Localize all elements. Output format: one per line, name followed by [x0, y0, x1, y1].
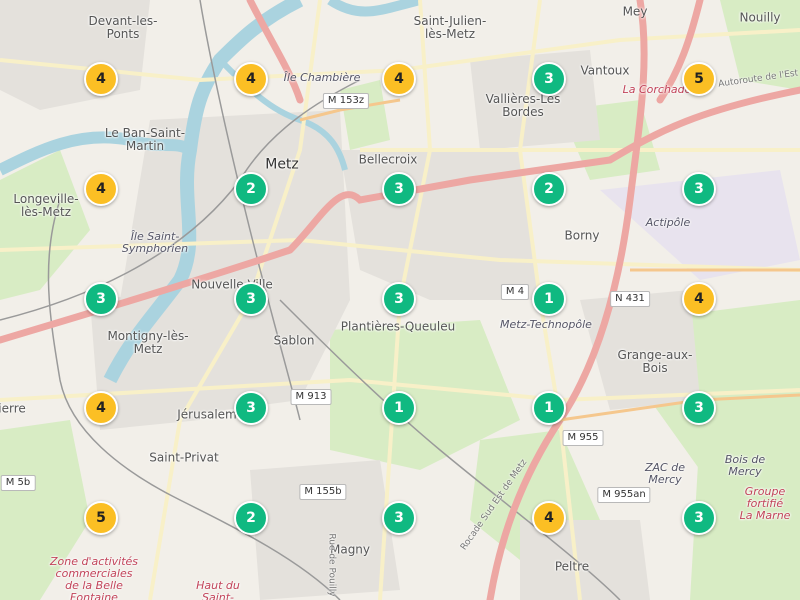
cluster-marker[interactable]: 3 [382, 501, 416, 535]
place-label: Île Saint- Symphorien [121, 229, 189, 255]
cluster-marker[interactable]: 4 [84, 391, 118, 425]
place-label: Grange-aux- Bois [617, 347, 693, 375]
cluster-marker[interactable]: 1 [382, 391, 416, 425]
cluster-marker[interactable]: 3 [682, 391, 716, 425]
cluster-marker[interactable]: 3 [382, 282, 416, 316]
place-label: Longeville-lès-Metz [13, 191, 79, 219]
place-label: Saint-Julien-lès-Metz [413, 13, 487, 41]
cluster-count: 3 [246, 400, 256, 416]
place-label: Vallières-Les Bordes [485, 91, 561, 119]
place-label: Metz [265, 156, 299, 173]
place-label: Île Chambière [283, 70, 361, 84]
place-label: Sablon [273, 333, 315, 348]
place-label: Groupe fortifié La Marne [739, 484, 791, 523]
place-label: Devant-les- Ponts [88, 13, 158, 41]
cluster-marker[interactable]: 2 [234, 501, 268, 535]
place-label: Saint-Privat [149, 450, 219, 465]
place-label: Zone d'activités commerciales de la Belle F… [49, 554, 139, 600]
cluster-count: 3 [394, 181, 404, 197]
cluster-marker[interactable]: 3 [234, 391, 268, 425]
place-label: Haut du Saint- [196, 578, 240, 600]
place-label: ierre [0, 401, 26, 416]
place-label: La Corchade [622, 82, 692, 96]
cluster-marker[interactable]: 4 [682, 282, 716, 316]
cluster-count: 3 [394, 510, 404, 526]
cluster-count: 2 [246, 181, 256, 197]
cluster-count: 2 [246, 510, 256, 526]
cluster-count: 5 [694, 71, 704, 87]
cluster-count: 4 [694, 291, 704, 307]
cluster-marker[interactable]: 3 [234, 282, 268, 316]
road-shield: M 4 [500, 284, 530, 300]
place-label: Montigny-lès- Metz [107, 328, 189, 356]
cluster-count: 4 [246, 71, 256, 87]
cluster-count: 4 [96, 181, 106, 197]
cluster-count: 3 [544, 71, 554, 87]
place-label: Jérusalem [177, 407, 237, 422]
cluster-marker[interactable]: 4 [382, 62, 416, 96]
place-label: Vantoux [580, 63, 630, 78]
cluster-count: 2 [544, 181, 554, 197]
cluster-count: 3 [96, 291, 106, 307]
cluster-marker[interactable]: 3 [682, 172, 716, 206]
cluster-marker[interactable]: 1 [532, 391, 566, 425]
place-label: Mey [622, 4, 648, 19]
cluster-marker[interactable]: 3 [682, 501, 716, 535]
cluster-count: 3 [394, 291, 404, 307]
map-canvas[interactable]: Devant-les- Ponts Saint-Julien-lès-Metz M… [0, 0, 800, 600]
place-label: Nouilly [739, 10, 781, 25]
road-shield: M 5b [0, 475, 36, 491]
cluster-count: 1 [544, 291, 554, 307]
place-label: Plantières-Queuleu [340, 319, 456, 334]
cluster-marker[interactable]: 2 [234, 172, 268, 206]
road-shield: N 431 [610, 291, 650, 307]
cluster-marker[interactable]: 4 [84, 172, 118, 206]
cluster-marker[interactable]: 3 [532, 62, 566, 96]
cluster-count: 5 [96, 510, 106, 526]
cluster-count: 1 [394, 400, 404, 416]
road-shield: M 913 [290, 389, 332, 405]
cluster-count: 3 [694, 181, 704, 197]
cluster-count: 3 [694, 510, 704, 526]
place-label: Metz-Technopôle [500, 317, 592, 331]
road-shield: M 155b [299, 484, 347, 500]
cluster-count: 4 [394, 71, 404, 87]
cluster-count: 4 [96, 71, 106, 87]
cluster-marker[interactable]: 3 [84, 282, 118, 316]
cluster-marker[interactable]: 3 [382, 172, 416, 206]
place-label: Borny [564, 228, 600, 243]
cluster-count: 1 [544, 400, 554, 416]
cluster-count: 4 [544, 510, 554, 526]
cluster-count: 3 [246, 291, 256, 307]
road-name: Rue de Pouilly [326, 533, 337, 597]
cluster-marker[interactable]: 4 [532, 501, 566, 535]
cluster-marker[interactable]: 5 [682, 62, 716, 96]
place-label: Bellecroix [358, 152, 418, 167]
place-label: Le Ban-Saint- Martin [104, 125, 186, 153]
cluster-marker[interactable]: 2 [532, 172, 566, 206]
cluster-marker[interactable]: 5 [84, 501, 118, 535]
cluster-marker[interactable]: 4 [84, 62, 118, 96]
road-shield: M 955 [562, 430, 604, 446]
cluster-marker[interactable]: 4 [234, 62, 268, 96]
place-label: Actipôle [645, 215, 691, 229]
place-label: Bois de Mercy [724, 452, 766, 478]
place-label: Peltre [554, 559, 590, 574]
road-shield: M 955an [597, 487, 651, 503]
road-shield: M 153z [322, 93, 370, 109]
cluster-count: 4 [96, 400, 106, 416]
cluster-count: 3 [694, 400, 704, 416]
place-label: ZAC de Mercy [645, 460, 685, 486]
cluster-marker[interactable]: 1 [532, 282, 566, 316]
